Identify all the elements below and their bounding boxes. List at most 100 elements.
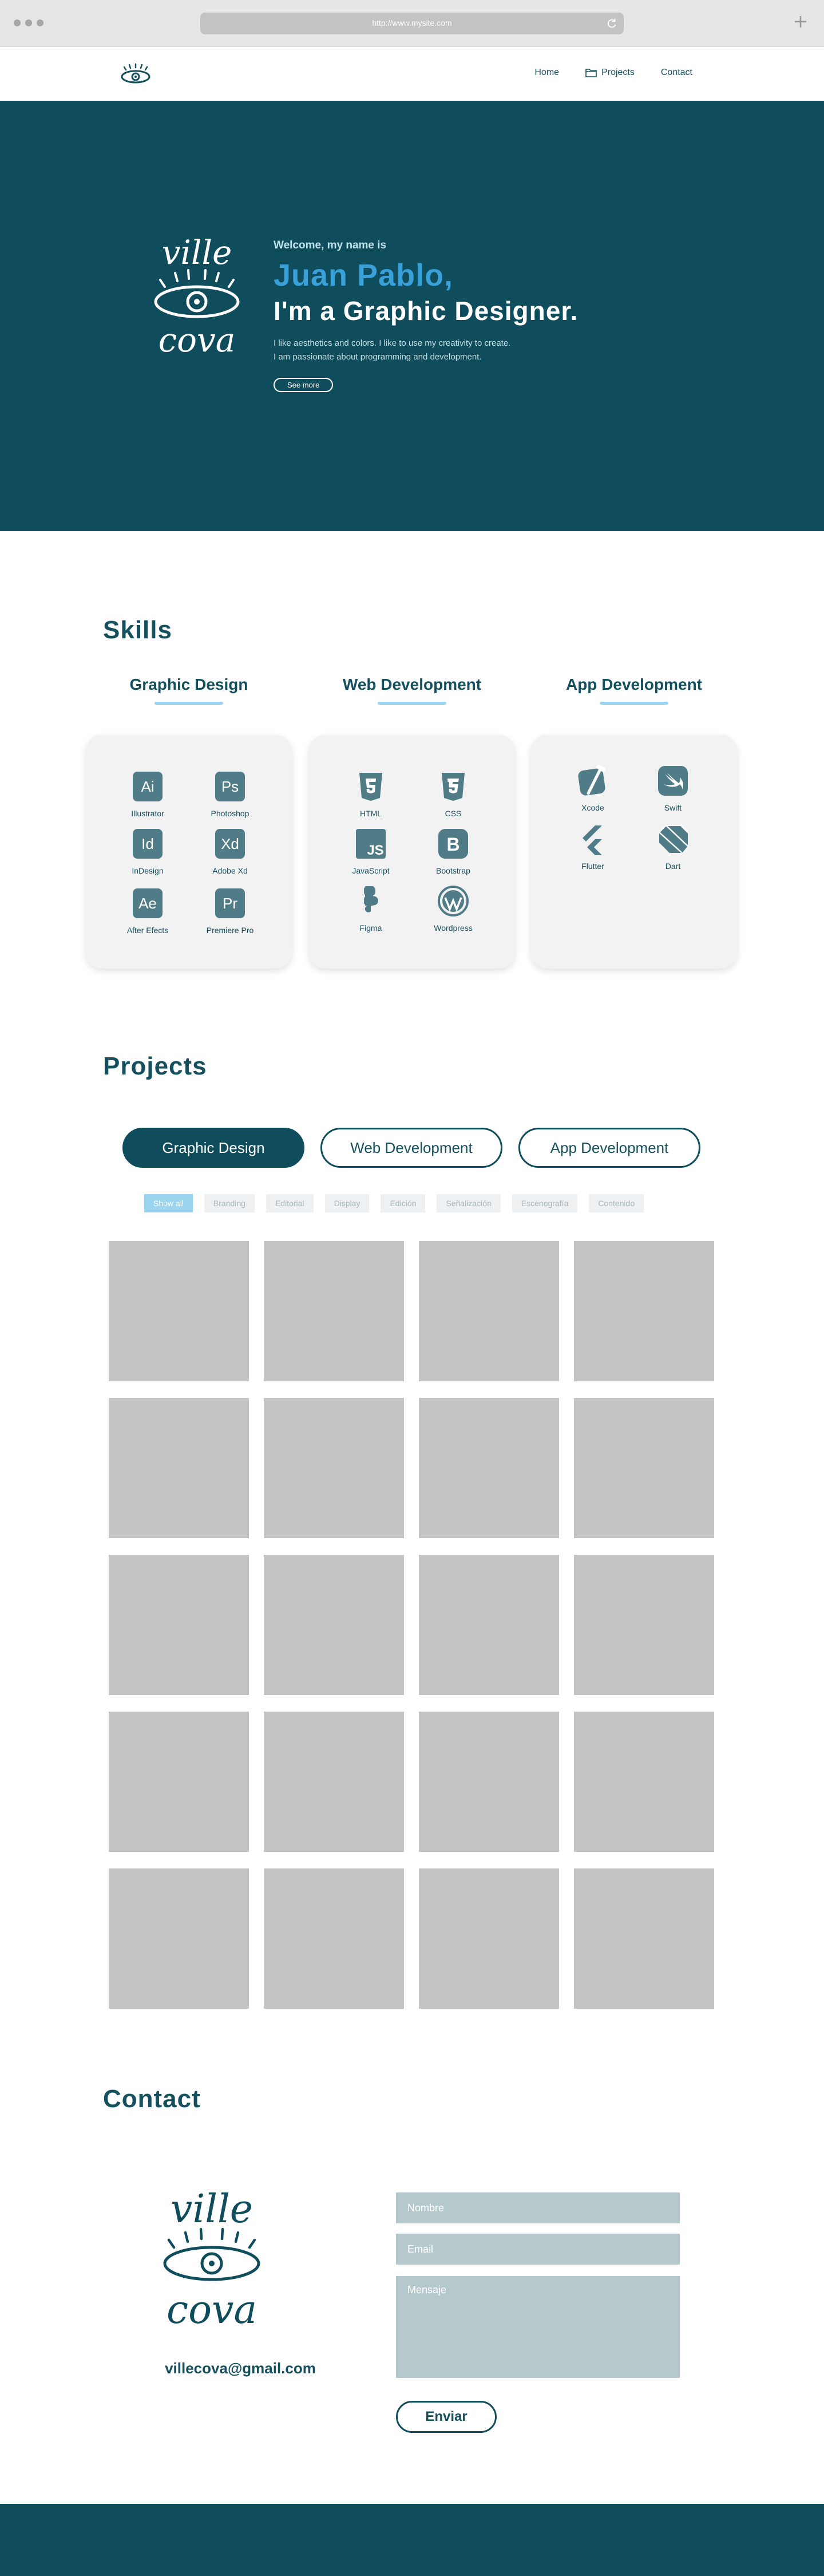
hero-role: I'm a Graphic Designer. <box>274 296 579 326</box>
new-tab-icon[interactable]: + <box>792 12 809 30</box>
category-graphic-design-button[interactable]: Graphic Design <box>122 1128 304 1168</box>
project-tile[interactable] <box>574 1555 714 1695</box>
address-url: http://www.mysite.com <box>372 18 452 27</box>
filter-escenografia[interactable]: Escenografía <box>512 1194 578 1212</box>
css3-icon <box>442 773 465 801</box>
skill-label: Illustrator <box>131 809 164 818</box>
svg-text:Pr: Pr <box>223 895 237 912</box>
skills-col-app-underline <box>600 702 668 705</box>
skill-illustrator: Ai Illustrator <box>110 771 185 818</box>
project-tile[interactable] <box>264 1712 404 1852</box>
project-tile[interactable] <box>419 1868 559 2009</box>
reload-icon[interactable] <box>605 17 618 30</box>
skills-card-web: HTML CSS JS JavaScript B Bootstrap Figma… <box>309 735 515 969</box>
address-bar[interactable]: http://www.mysite.com <box>200 13 624 34</box>
skill-bootstrap: B Bootstrap <box>416 828 490 875</box>
nav-links: Home Projects Contact <box>534 68 692 78</box>
window-dot-2[interactable] <box>25 19 32 26</box>
skills-col-graphic-underline <box>154 702 223 705</box>
contact-logo-text-top: ville <box>171 2187 253 2232</box>
category-app-development-button[interactable]: App Development <box>518 1128 700 1168</box>
nav-home-label: Home <box>534 68 560 77</box>
project-tile[interactable] <box>264 1868 404 2009</box>
project-tile[interactable] <box>264 1398 404 1538</box>
project-tile[interactable] <box>574 1398 714 1538</box>
skill-wordpress: Wordpress <box>416 885 490 933</box>
skill-label: Swift <box>664 803 682 812</box>
hero-description: I like aesthetics and colors. I like to … <box>274 337 674 364</box>
window-dot-1[interactable] <box>14 19 21 26</box>
filter-branding[interactable]: Branding <box>204 1194 255 1212</box>
eye-logo-icon[interactable] <box>118 63 153 86</box>
nav-home-link[interactable]: Home <box>534 68 559 78</box>
illustrator-icon: Ai <box>133 772 163 801</box>
filter-display[interactable]: Display <box>324 1194 370 1212</box>
window-dot-3[interactable] <box>37 19 43 26</box>
filter-show-all[interactable]: Show all <box>144 1194 193 1212</box>
site-navbar: Home Projects Contact <box>0 47 824 101</box>
filter-edicion[interactable]: Edición <box>381 1194 426 1212</box>
skill-figma: Figma <box>334 885 408 933</box>
skill-javascript: JS JavaScript <box>334 828 408 875</box>
filter-editorial[interactable]: Editorial <box>266 1194 314 1212</box>
logo-text-bottom: cova <box>159 321 236 359</box>
project-tile[interactable] <box>419 1241 559 1381</box>
page-root: http://www.mysite.com + Home Projects Co… <box>0 0 824 2576</box>
send-button[interactable]: Enviar <box>396 2401 497 2433</box>
email-input[interactable] <box>396 2234 680 2265</box>
javascript-icon: JS <box>356 829 386 859</box>
skill-label: JavaScript <box>352 866 390 875</box>
message-textarea[interactable] <box>396 2276 680 2378</box>
see-more-button[interactable]: See more <box>274 378 334 392</box>
project-tile[interactable] <box>419 1398 559 1538</box>
project-tile[interactable] <box>574 1868 714 2009</box>
project-grid <box>109 1241 715 2009</box>
swift-icon <box>658 766 688 796</box>
project-tile[interactable] <box>109 1868 249 2009</box>
skill-xcode: Xcode <box>556 764 630 812</box>
nav-contact-label: Contact <box>660 68 692 77</box>
project-tile[interactable] <box>264 1555 404 1695</box>
project-filters: Show all Branding Editorial Display Edic… <box>144 1194 644 1212</box>
html5-icon <box>359 773 382 801</box>
project-tile[interactable] <box>574 1712 714 1852</box>
project-tile[interactable] <box>109 1241 249 1381</box>
premiere-pro-icon: Pr <box>215 888 245 918</box>
skill-label: Photoshop <box>211 809 249 818</box>
skill-label: Adobe Xd <box>212 866 248 875</box>
project-tile[interactable] <box>109 1555 249 1695</box>
project-tile[interactable] <box>419 1555 559 1695</box>
svg-text:JS: JS <box>367 843 383 858</box>
photoshop-icon: Ps <box>215 772 245 801</box>
nav-projects-link[interactable]: Projects <box>585 68 635 78</box>
projects-title: Projects <box>103 1052 207 1080</box>
project-tile[interactable] <box>109 1712 249 1852</box>
skills-col-graphic-title: Graphic Design <box>129 675 248 693</box>
villecova-logo: ville cova <box>154 234 240 359</box>
project-tile[interactable] <box>419 1712 559 1852</box>
project-tile[interactable] <box>109 1398 249 1538</box>
contact-email[interactable]: villecova@gmail.com <box>103 2360 378 2377</box>
nav-projects-label: Projects <box>601 68 635 77</box>
skill-adobe-xd: Xd Adobe Xd <box>193 828 267 875</box>
browser-chrome: http://www.mysite.com + <box>0 0 824 47</box>
flutter-icon <box>583 825 602 855</box>
folder-icon <box>585 69 597 77</box>
hero-name: Juan Pablo, <box>274 258 454 293</box>
skill-label: InDesign <box>132 866 164 875</box>
filter-senalizacion[interactable]: Señalización <box>437 1194 501 1212</box>
villecova-logo-contact: ville cova <box>163 2187 260 2333</box>
window-controls[interactable] <box>14 19 43 26</box>
skills-col-web-underline <box>378 702 446 705</box>
project-tile[interactable] <box>264 1241 404 1381</box>
project-tile[interactable] <box>574 1241 714 1381</box>
name-input[interactable] <box>396 2192 680 2223</box>
skill-dart: Dart <box>636 823 710 871</box>
hero-desc-line-1: I like aesthetics and colors. I like to … <box>274 338 511 348</box>
skill-label: Flutter <box>581 862 604 871</box>
filter-contenido[interactable]: Contenido <box>589 1194 644 1212</box>
skill-label: HTML <box>359 809 382 818</box>
category-web-development-button[interactable]: Web Development <box>320 1128 502 1168</box>
nav-contact-link[interactable]: Contact <box>661 68 692 78</box>
xcode-icon <box>578 764 606 796</box>
